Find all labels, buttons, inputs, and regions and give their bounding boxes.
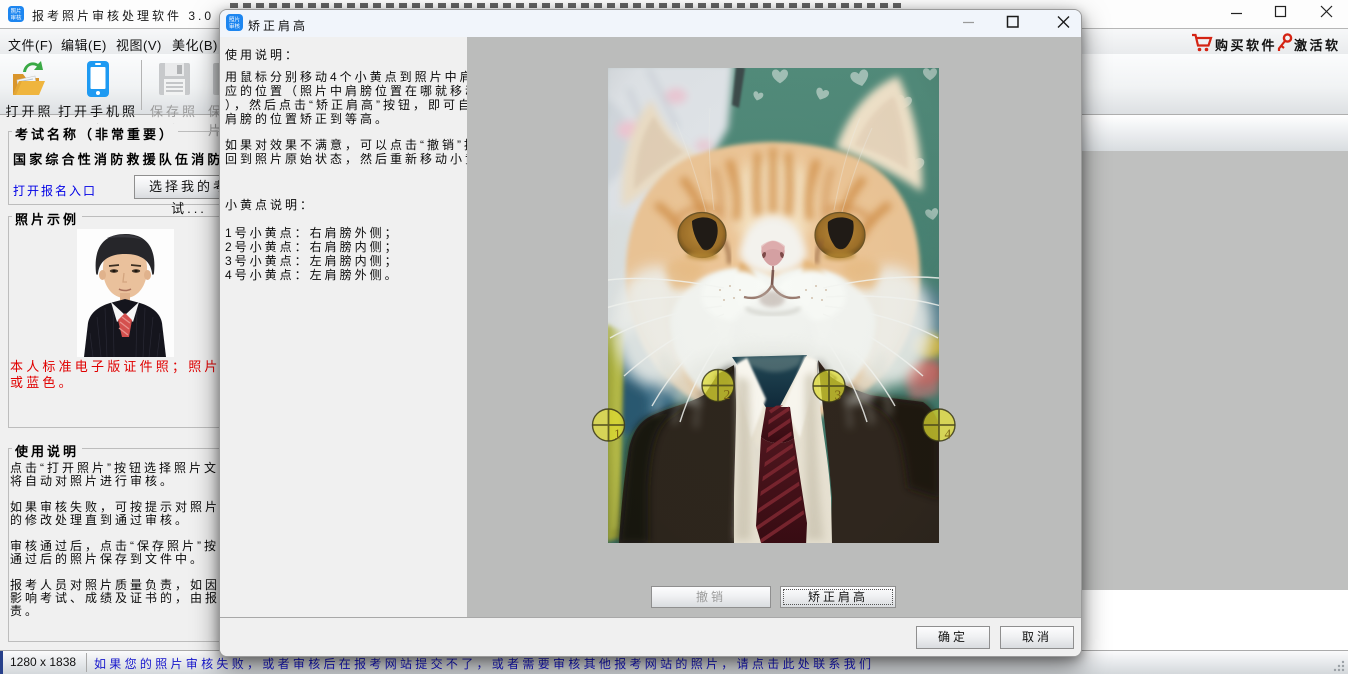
svg-text:4: 4 xyxy=(945,427,952,442)
svg-text:照片: 照片 xyxy=(10,7,21,15)
svg-text:2: 2 xyxy=(724,387,731,402)
svg-text:1: 1 xyxy=(614,427,621,442)
svg-text:3: 3 xyxy=(835,388,842,403)
svg-text:审核: 审核 xyxy=(10,14,22,22)
svg-text:审核: 审核 xyxy=(229,22,241,30)
svg-text:照片: 照片 xyxy=(229,16,240,24)
